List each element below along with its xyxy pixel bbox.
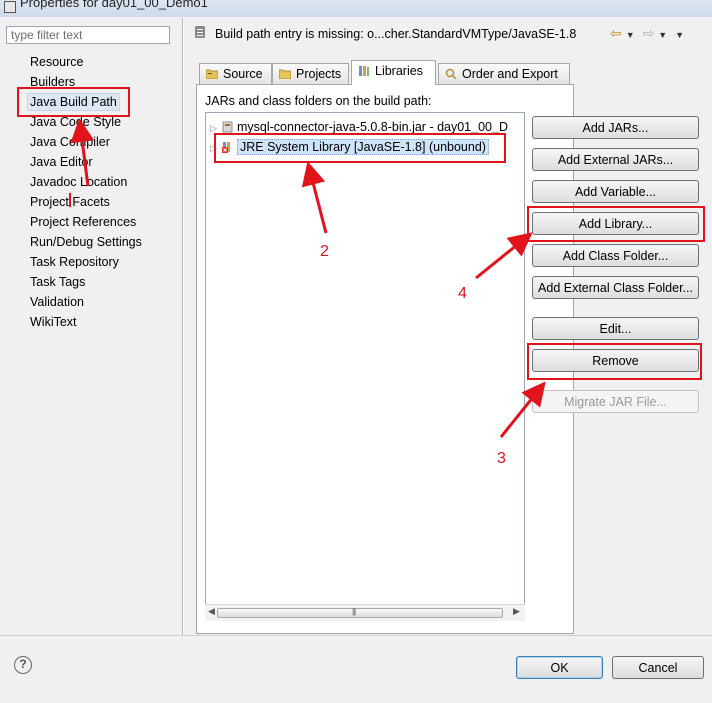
tab-label: Libraries (375, 64, 423, 78)
nav-label: Java Compiler (30, 135, 110, 149)
nav-label: Resource (30, 55, 84, 69)
nav-item-javadoc-location[interactable]: Javadoc Location (0, 172, 180, 192)
nav-label: Task Repository (30, 255, 119, 269)
annotation-number-4: 4 (458, 285, 467, 302)
window-titlebar: Properties for day01_00_Demo1 (0, 0, 712, 17)
highlight-remove (527, 343, 702, 380)
nav-item-java-editor[interactable]: Java Editor (0, 152, 180, 172)
footer-separator (0, 635, 712, 636)
nav-label: Javadoc Location (30, 175, 128, 189)
back-arrow-icon[interactable]: ⇦ (610, 25, 622, 42)
back-dropdown-icon[interactable]: ▼ (626, 30, 635, 40)
nav-label: Project References (30, 215, 137, 229)
scroll-left-icon[interactable]: ◀ (208, 606, 215, 617)
forward-dropdown-icon[interactable]: ▼ (658, 30, 667, 40)
scroll-thumb[interactable] (217, 608, 503, 618)
migrate-jar-button[interactable]: Migrate JAR File... (532, 390, 699, 413)
highlight-add-library (527, 206, 705, 242)
nav-label: Java Code Style (30, 115, 122, 129)
ok-button[interactable]: OK (516, 656, 603, 679)
cancel-button[interactable]: Cancel (612, 656, 704, 679)
nav-label: Task Tags (30, 275, 86, 289)
nav-item-project-facets[interactable]: Project Facets (0, 192, 180, 212)
nav-item-run-debug-settings[interactable]: Run/Debug Settings (0, 232, 180, 252)
tree-horizontal-scrollbar[interactable]: ◀ ||| ▶ (205, 604, 525, 621)
build-path-label: JARs and class folders on the build path… (205, 94, 432, 108)
nav-item-java-compiler[interactable]: Java Compiler (0, 132, 180, 152)
nav-label: Run/Debug Settings (30, 235, 142, 249)
highlight-jre-library (214, 133, 506, 163)
add-external-jars-button[interactable]: Add External JARs... (532, 148, 699, 171)
filter-input[interactable] (6, 26, 170, 44)
annotation-number-2: 2 (320, 243, 329, 260)
tab-label: Order and Export (462, 67, 558, 81)
add-jars-button[interactable]: Add JARs... (532, 116, 699, 139)
status-message: Build path entry is missing: o...cher.St… (215, 27, 577, 41)
edit-button[interactable]: Edit... (532, 317, 699, 340)
nav-item-task-repository[interactable]: Task Repository (0, 252, 180, 272)
nav-label: Validation (30, 295, 84, 309)
nav-item-project-references[interactable]: Project References (0, 212, 180, 232)
jar-icon (222, 121, 233, 133)
scroll-grip-icon: ||| (352, 607, 356, 616)
window-icon (4, 1, 16, 13)
window-title: Properties for day01_00_Demo1 (20, 0, 208, 10)
libraries-icon (359, 66, 369, 76)
nav-item-task-tags[interactable]: Task Tags (0, 272, 180, 292)
library-tree[interactable]: ▷ mysql-connector-java-5.0.8-bin.jar - da… (205, 112, 525, 620)
annotation-number-3: 3 (497, 450, 506, 467)
add-class-folder-button[interactable]: Add Class Folder... (532, 244, 699, 267)
tree-item-label: mysql-connector-java-5.0.8-bin.jar - day… (237, 120, 508, 134)
scroll-right-icon[interactable]: ▶ (513, 606, 520, 617)
tab-label: Source (223, 67, 263, 81)
error-icon (195, 26, 205, 38)
history-navigation: ⇦ ▼ ⇨ ▼ ▼ (610, 25, 688, 42)
add-variable-button[interactable]: Add Variable... (532, 180, 699, 203)
nav-label: Java Editor (30, 155, 93, 169)
tab-projects[interactable]: Projects (272, 63, 349, 84)
add-external-class-folder-button[interactable]: Add External Class Folder... (532, 276, 699, 299)
order-export-icon (445, 68, 457, 79)
nav-item-validation[interactable]: Validation (0, 292, 180, 312)
forward-arrow-icon[interactable]: ⇨ (643, 25, 655, 42)
tab-libraries[interactable]: Libraries (351, 60, 436, 85)
tab-label: Projects (296, 67, 342, 81)
pane-divider-highlight (183, 18, 184, 635)
menu-dropdown-icon[interactable]: ▼ (675, 30, 684, 40)
help-icon[interactable]: ? (14, 656, 32, 674)
nav-label: Project Facets (30, 195, 110, 209)
nav-item-resource[interactable]: Resource (0, 52, 180, 72)
tab-order-export[interactable]: Order and Export (438, 63, 570, 84)
nav-label: WikiText (30, 315, 77, 329)
projects-icon (279, 69, 291, 79)
highlight-java-build-path (17, 87, 130, 117)
nav-item-wikitext[interactable]: WikiText (0, 312, 180, 332)
tab-source[interactable]: Source (199, 63, 272, 84)
source-folder-icon (206, 69, 218, 79)
